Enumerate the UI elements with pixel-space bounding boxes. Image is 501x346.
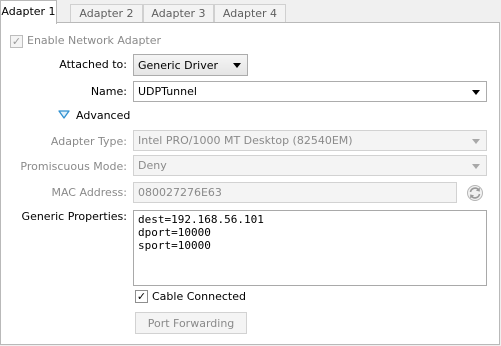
attached-to-select[interactable]: Generic Driver [133,54,248,76]
refresh-mac-icon[interactable] [465,183,485,203]
adapter-type-value: Intel PRO/1000 MT Desktop (82540EM) [138,134,353,147]
enable-adapter-label: Enable Network Adapter [27,34,162,47]
name-value: UDPTunnel [138,85,197,98]
property-line: dest=192.168.56.101 [138,213,264,226]
cable-connected-checkbox[interactable]: ✓ [135,290,148,303]
advanced-label[interactable]: Advanced [76,109,130,123]
adapter-type-label: Adapter Type: [50,135,127,148]
chevron-down-icon [233,63,241,68]
promiscuous-mode-value: Deny [138,159,167,172]
chevron-down-icon [472,89,480,95]
name-select[interactable]: UDPTunnel [133,81,487,102]
chevron-down-icon [472,138,480,144]
adapter-type-select[interactable]: Intel PRO/1000 MT Desktop (82540EM) [133,130,487,151]
property-line: sport=10000 [138,239,211,252]
mac-address-label: MAC Address: [51,186,127,199]
property-line: dport=10000 [138,226,211,239]
generic-properties-label: Generic Properties: [21,210,127,223]
adapter-settings: ✓ Enable Network Adapter Attached to: Ge… [0,0,501,346]
attached-to-value: Generic Driver [138,58,219,72]
chevron-down-icon [472,163,480,169]
mac-address-value: 080027276E63 [138,186,222,199]
name-label: Name: [90,85,127,98]
port-forwarding-button[interactable]: Port Forwarding [135,312,247,334]
triangle-down-icon[interactable] [58,110,70,120]
promiscuous-mode-select[interactable]: Deny [133,155,487,176]
generic-properties-textarea[interactable]: dest=192.168.56.101 dport=10000 sport=10… [133,210,487,286]
cable-connected-label: Cable Connected [152,290,246,303]
attached-to-label: Attached to: [59,58,127,71]
enable-adapter-checkbox[interactable]: ✓ [10,35,23,48]
mac-address-field[interactable]: 080027276E63 [133,182,457,203]
promiscuous-mode-label: Promiscuous Mode: [20,160,127,173]
